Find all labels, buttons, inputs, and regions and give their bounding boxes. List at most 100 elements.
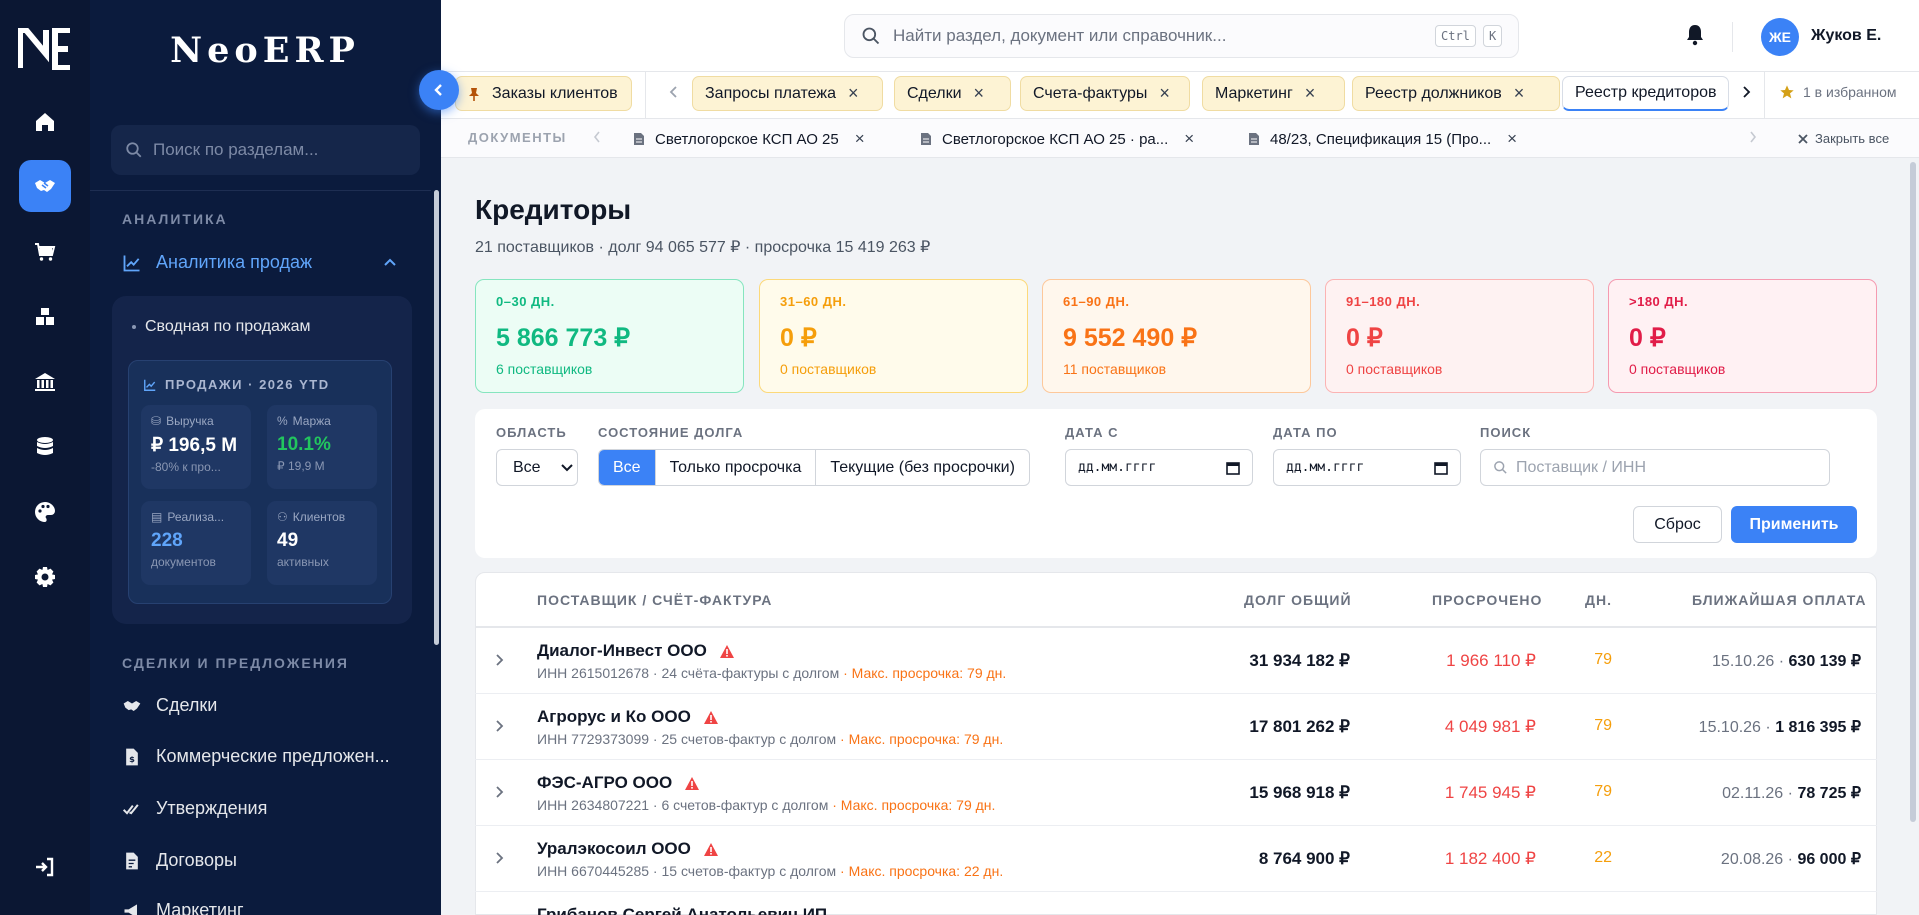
aging-card-label: 61–90 ДН. xyxy=(1063,294,1130,309)
sidebar-item-marketing[interactable]: Маркетинг xyxy=(122,900,244,915)
palette-icon[interactable] xyxy=(19,486,71,538)
column-header-overdue[interactable]: ПРОСРОЧЕНО xyxy=(1432,592,1542,608)
reset-button[interactable]: Сброс xyxy=(1633,506,1722,543)
home-icon[interactable] xyxy=(19,96,71,148)
doc-tab[interactable]: Светлогорское КСП АО 25 × xyxy=(633,129,865,149)
aging-card-91-180[interactable]: 91–180 ДН. 0 ₽ 0 поставщиков xyxy=(1325,279,1594,393)
close-icon[interactable]: × xyxy=(855,129,865,149)
gear-icon[interactable] xyxy=(19,551,71,603)
aging-card-sub: 6 поставщиков xyxy=(496,361,593,377)
avatar[interactable]: ЖЕ xyxy=(1761,18,1799,56)
aging-card-61-90[interactable]: 61–90 ДН. 9 552 490 ₽ 11 поставщиков xyxy=(1042,279,1311,393)
aging-card-0-30[interactable]: 0–30 ДН. 5 866 773 ₽ 6 поставщиков xyxy=(475,279,744,393)
sidebar-scrollbar[interactable] xyxy=(434,190,439,645)
column-header-next-payment[interactable]: БЛИЖАЙШАЯ ОПЛАТА xyxy=(1692,592,1867,608)
close-icon[interactable]: × xyxy=(1184,129,1194,149)
row-divider xyxy=(475,693,1877,694)
close-icon[interactable]: × xyxy=(1305,83,1316,104)
docs-scroll-left-icon[interactable] xyxy=(592,130,602,144)
calendar-icon[interactable] xyxy=(1434,461,1448,475)
tabs-scroll-right-icon[interactable] xyxy=(1740,84,1752,100)
brand-title: NeoERP xyxy=(170,30,360,71)
table-row-vendor[interactable]: Уралэкосоил ООО xyxy=(537,839,719,859)
header-divider xyxy=(1732,22,1733,52)
chevron-up-icon[interactable] xyxy=(382,254,398,270)
vendor-search-placeholder: Поставщик / ИНН xyxy=(1516,458,1646,476)
chevron-right-icon[interactable] xyxy=(494,785,504,799)
tab-creditors-registry[interactable]: Реестр кредиторов xyxy=(1562,76,1729,111)
chevron-right-icon[interactable] xyxy=(494,719,504,733)
sidebar-item-sales-analytics[interactable]: Аналитика продаж xyxy=(122,252,312,273)
column-header-days[interactable]: ДН. xyxy=(1585,592,1612,608)
calendar-icon[interactable] xyxy=(1226,461,1240,475)
bell-icon[interactable] xyxy=(1686,24,1704,46)
tabs-scroll-left-icon[interactable] xyxy=(668,84,680,100)
close-all-button[interactable]: Закрыть все xyxy=(1797,131,1889,146)
vendor-info: ИНН 2634807221 · 6 счетов-фактур с долго… xyxy=(537,797,995,813)
bank-icon[interactable] xyxy=(19,356,71,408)
close-icon[interactable]: × xyxy=(1159,83,1170,104)
tab-label: Маркетинг xyxy=(1215,84,1293,102)
close-icon[interactable]: × xyxy=(1507,129,1517,149)
tab-debtors-registry[interactable]: Реестр должников × xyxy=(1352,76,1560,111)
bullet-icon xyxy=(132,325,136,329)
apply-button[interactable]: Применить xyxy=(1731,506,1857,543)
aging-card-180-plus[interactable]: >180 ДН. 0 ₽ 0 поставщиков xyxy=(1608,279,1877,393)
logout-icon[interactable] xyxy=(19,841,71,893)
aging-card-label: 91–180 ДН. xyxy=(1346,294,1421,309)
debt-state-current[interactable]: Текущие (без просрочки) xyxy=(816,450,1029,485)
debt-state-overdue-only[interactable]: Только просрочка xyxy=(656,450,817,485)
table-row-vendor[interactable]: ФЭС-АГРО ООО xyxy=(537,773,700,793)
aging-card-sub: 0 поставщиков xyxy=(1346,361,1443,377)
database-icon[interactable] xyxy=(19,421,71,473)
vendor-name: Агрорус и Ко ООО xyxy=(537,707,691,726)
sidebar-subitem-sales-summary[interactable]: Сводная по продажам xyxy=(132,318,311,336)
cart-icon[interactable] xyxy=(19,226,71,278)
column-header-vendor[interactable]: ПОСТАВЩИК / СЧЁТ-ФАКТУРА xyxy=(537,592,772,608)
tab-pinned-orders[interactable]: Заказы клиентов xyxy=(455,76,632,111)
area-select[interactable]: Все xyxy=(496,449,578,486)
table-row-vendor[interactable]: Агрорус и Ко ООО xyxy=(537,707,719,727)
date-to-input[interactable]: дд.мм.гггг xyxy=(1273,449,1461,486)
sidebar-search-input[interactable]: Поиск по разделам... xyxy=(111,125,420,175)
sidebar: NeoERP Поиск по разделам... АНАЛИТИКА Ан… xyxy=(90,0,441,915)
debt-state-label: СОСТОЯНИЕ ДОЛГА xyxy=(598,425,744,440)
collapse-sidebar-button[interactable] xyxy=(419,70,459,110)
sidebar-item-proposals[interactable]: $ Коммерческие предложен... xyxy=(122,746,390,767)
docs-scroll-right-icon[interactable] xyxy=(1748,130,1758,144)
sidebar-item-contracts[interactable]: Договоры xyxy=(122,850,237,871)
sidebar-item-approvals[interactable]: Утверждения xyxy=(122,798,267,819)
tab-invoices[interactable]: Счета-фактуры × xyxy=(1020,76,1190,111)
aging-card-31-60[interactable]: 31–60 ДН. 0 ₽ 0 поставщиков xyxy=(759,279,1028,393)
close-icon[interactable]: × xyxy=(974,83,985,104)
debt-state-all[interactable]: Все xyxy=(599,450,656,485)
vendor-search-input[interactable]: Поставщик / ИНН xyxy=(1480,449,1830,486)
tab-marketing[interactable]: Маркетинг × xyxy=(1202,76,1345,111)
column-header-debt[interactable]: ДОЛГ ОБЩИЙ xyxy=(1244,592,1352,608)
kpi-value: ₽ 196,5 M xyxy=(151,435,238,456)
table-row-vendor[interactable]: Диалог-Инвест ООО xyxy=(537,641,735,661)
handshake-icon[interactable] xyxy=(19,160,71,212)
aging-card-value: 0 ₽ xyxy=(1346,324,1383,352)
boxes-icon[interactable] xyxy=(19,291,71,343)
table-row-vendor-partial[interactable]: Грибанов Сергей Анатольевич ИП xyxy=(537,905,827,915)
chevron-right-icon[interactable] xyxy=(494,653,504,667)
tab-deals[interactable]: Сделки × xyxy=(894,76,1011,111)
chart-line-icon xyxy=(123,255,140,271)
doc-tab[interactable]: 48/23, Спецификация 15 (Про... × xyxy=(1248,129,1517,149)
doc-tab[interactable]: Светлогорское КСП АО 25 · ра... × xyxy=(920,129,1194,149)
file-icon xyxy=(921,133,931,145)
main-scrollbar[interactable] xyxy=(1910,162,1916,822)
sidebar-item-deals[interactable]: Сделки xyxy=(122,695,217,716)
date-from-input[interactable]: дд.мм.гггг xyxy=(1065,449,1253,486)
handshake-icon xyxy=(123,700,141,711)
tab-payment-requests[interactable]: Запросы платежа × xyxy=(692,76,883,111)
chevron-right-icon[interactable] xyxy=(494,851,504,865)
favorites-counter[interactable]: 1 в избранном xyxy=(1779,84,1897,100)
sidebar-divider xyxy=(90,190,431,191)
close-icon[interactable]: × xyxy=(1514,83,1525,104)
global-search-input[interactable]: Найти раздел, документ или справочник...… xyxy=(844,14,1519,58)
app-logo-icon[interactable] xyxy=(18,28,72,70)
user-name[interactable]: Жуков Е. xyxy=(1811,27,1881,45)
close-icon[interactable]: × xyxy=(848,83,859,104)
